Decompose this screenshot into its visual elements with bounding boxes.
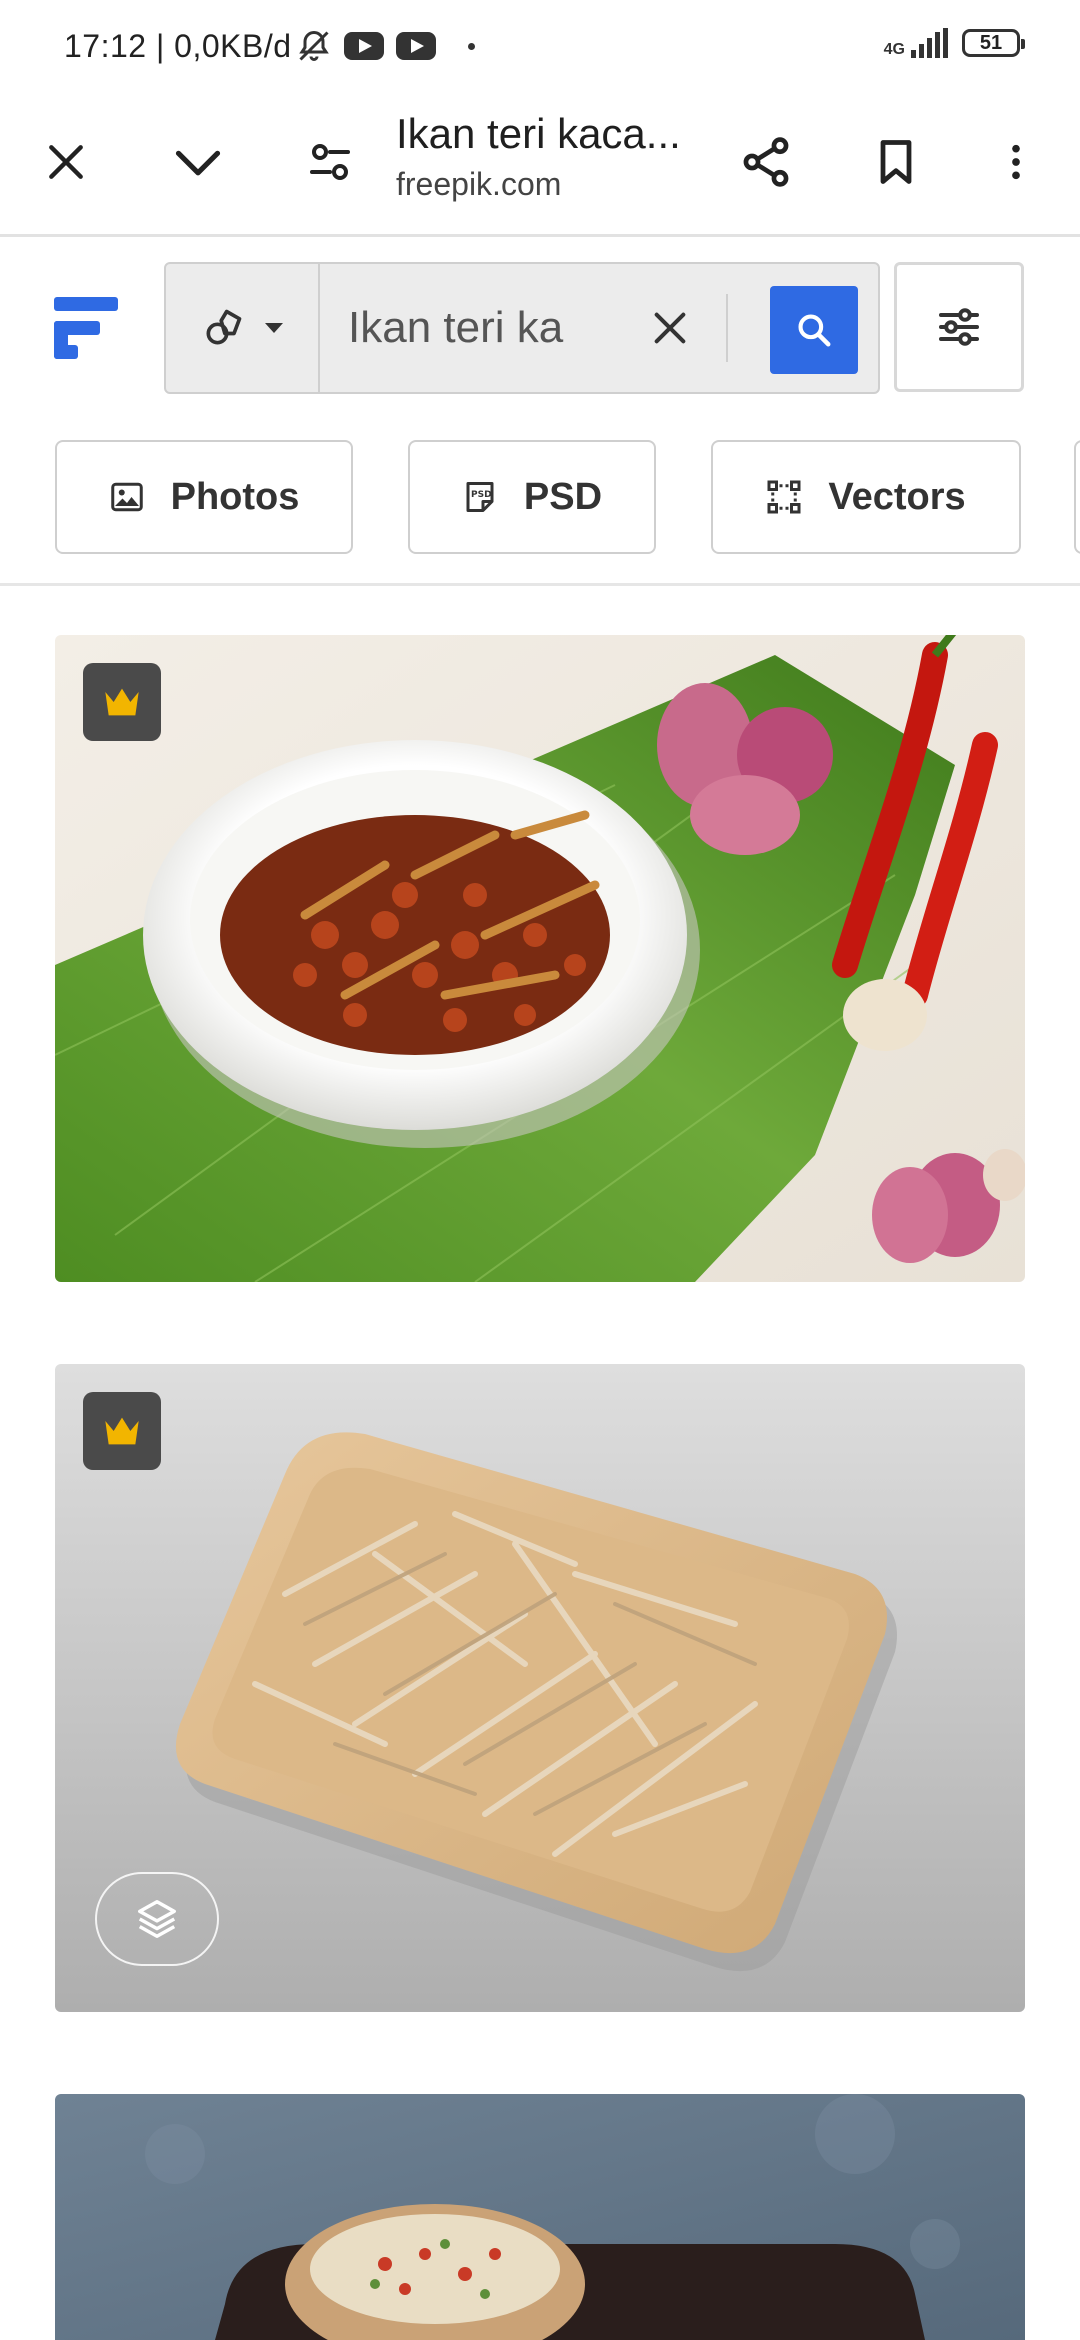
freepik-logo[interactable]	[54, 297, 118, 359]
status-notification-icons	[296, 28, 475, 64]
page-title-area[interactable]: Ikan teri kaca... freepik.com	[396, 110, 716, 203]
close-icon	[49, 145, 83, 179]
chip-label: PSD	[523, 475, 603, 518]
asset-type-chips: Photos PSD PSD Vectors	[0, 440, 1080, 554]
chip-photos[interactable]: Photos	[55, 440, 353, 554]
layers-button[interactable]	[95, 1872, 219, 1966]
more-options-button[interactable]	[970, 116, 1062, 208]
search-bar	[164, 262, 880, 394]
sliders-icon	[939, 308, 979, 346]
close-icon	[654, 312, 686, 344]
freepik-logo-icon	[54, 297, 118, 359]
image-icon	[110, 482, 143, 512]
page-title: Ikan teri kaca...	[396, 110, 681, 157]
psd-file-icon: PSD	[466, 482, 494, 512]
bell-off-icon	[299, 30, 329, 61]
asset-type-dropdown[interactable]	[166, 264, 320, 392]
more-vert-icon	[1012, 144, 1020, 180]
chip-label: Vectors	[828, 475, 966, 518]
result-image	[55, 2094, 1025, 2340]
shapes-icon	[206, 309, 242, 345]
chip-next-partial[interactable]	[1074, 440, 1080, 554]
svg-text:PSD: PSD	[471, 490, 492, 500]
page-settings-button[interactable]	[284, 116, 376, 208]
search-divider	[726, 294, 728, 362]
bookmark-icon	[880, 140, 912, 184]
premium-badge	[83, 663, 161, 741]
chip-vectors[interactable]: Vectors	[711, 440, 1021, 554]
close-tab-button[interactable]	[20, 116, 112, 208]
browser-toolbar: Ikan teri kaca... freepik.com	[0, 96, 1080, 237]
signal-icon: 4G	[884, 28, 948, 58]
premium-crown-icon	[105, 688, 139, 716]
battery-icon: 51	[962, 29, 1025, 57]
minimize-button[interactable]	[152, 116, 244, 208]
filters-button[interactable]	[894, 262, 1024, 392]
vector-icon	[767, 480, 801, 514]
youtube-icon	[344, 32, 384, 60]
divider	[0, 583, 1080, 586]
chip-label: Photos	[170, 475, 300, 518]
chevron-down-icon	[175, 150, 221, 176]
share-icon	[743, 137, 789, 187]
chip-psd[interactable]: PSD PSD	[408, 440, 656, 554]
search-icon	[798, 314, 831, 347]
result-card[interactable]	[55, 2094, 1025, 2340]
result-card[interactable]	[55, 635, 1025, 1282]
premium-crown-icon	[105, 1417, 139, 1445]
premium-badge	[83, 1392, 161, 1470]
search-button[interactable]	[770, 286, 858, 374]
page-settings-icon	[310, 144, 350, 180]
status-time: 17:12 | 0,0KB/d	[64, 28, 292, 64]
youtube-icon	[396, 32, 436, 60]
more-notifications-dot	[468, 42, 475, 50]
result-image	[55, 635, 1025, 1282]
status-system-icons: 4G 51	[884, 28, 1025, 58]
bookmark-button[interactable]	[850, 116, 942, 208]
share-button[interactable]	[720, 116, 812, 208]
result-card[interactable]	[55, 1364, 1025, 2012]
status-bar: 17:12 | 0,0KB/d 4G 51	[0, 0, 1080, 96]
page-domain: freepik.com	[396, 166, 562, 202]
chevron-down-icon	[265, 323, 283, 333]
layers-icon	[138, 1900, 176, 1938]
clear-search-button[interactable]	[636, 294, 704, 362]
search-input[interactable]	[348, 294, 608, 362]
